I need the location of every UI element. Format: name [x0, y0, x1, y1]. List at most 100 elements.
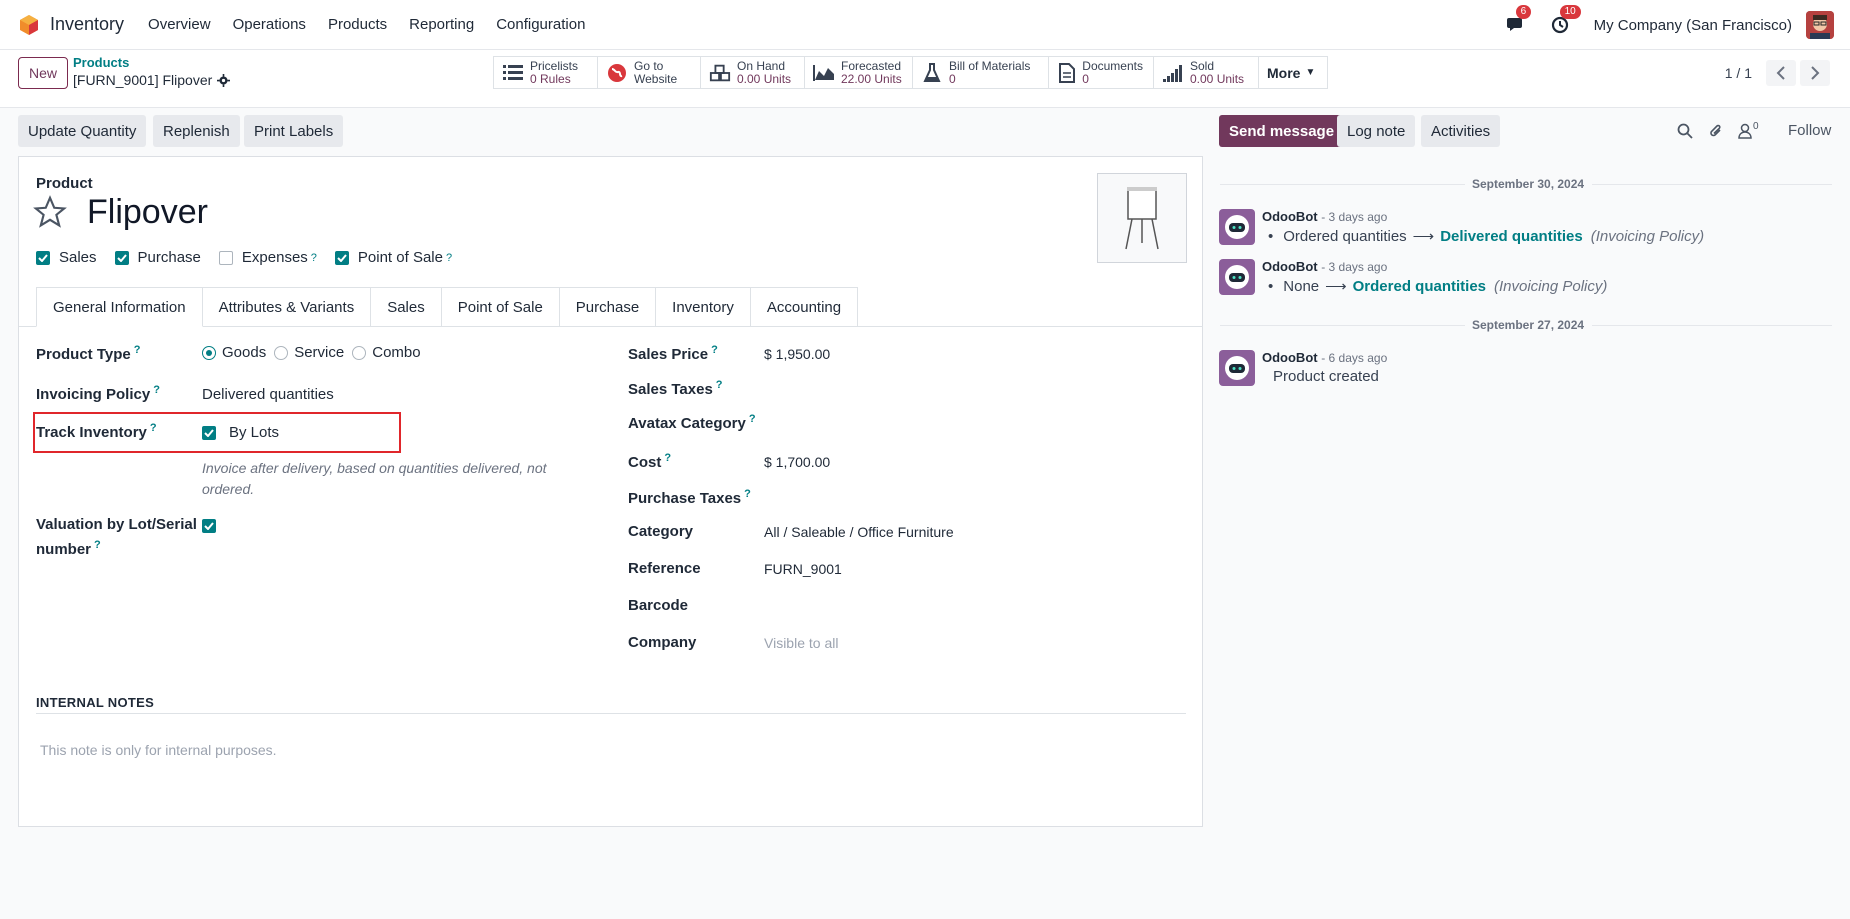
send-message-button[interactable]: Send message: [1219, 115, 1345, 147]
valuation-by-lot-checkbox[interactable]: [202, 519, 216, 533]
sales-taxes-field[interactable]: [764, 379, 1164, 399]
pager-next-button[interactable]: [1800, 60, 1830, 86]
inventory-app-icon[interactable]: [18, 14, 40, 36]
messaging-menu[interactable]: 6: [1506, 5, 1532, 36]
internal-notes-field[interactable]: This note is only for internal purposes.: [40, 742, 277, 758]
radio-goods[interactable]: Goods: [202, 344, 266, 361]
tab-general-information[interactable]: General Information: [36, 287, 203, 327]
message-author[interactable]: OdooBot - 3 days ago: [1262, 209, 1387, 224]
on-hand-smart-button[interactable]: On Hand 0.00 Units: [701, 57, 805, 88]
tab-purchase[interactable]: Purchase: [559, 287, 657, 327]
date-separator-line: [1592, 325, 1832, 326]
invoicing-policy-field[interactable]: Delivered quantities: [202, 386, 334, 403]
radio-combo[interactable]: Combo: [352, 344, 421, 361]
checkbox-checked-icon: [334, 250, 349, 265]
date-separator-line: [1220, 184, 1465, 185]
help-icon[interactable]: ?: [446, 252, 452, 264]
pricelists-smart-button[interactable]: Pricelists 0 Rules: [494, 57, 598, 88]
odoobot-avatar[interactable]: [1219, 209, 1255, 245]
flask-icon: [923, 62, 941, 82]
tab-attributes-variants[interactable]: Attributes & Variants: [202, 287, 372, 327]
purchase-taxes-field[interactable]: [764, 488, 1164, 508]
documents-label: Documents: [1082, 58, 1143, 73]
pricelists-label: Pricelists: [530, 58, 579, 73]
new-value: Ordered quantities: [1352, 277, 1486, 295]
company-switcher[interactable]: My Company (San Francisco): [1594, 17, 1792, 34]
update-quantity-button[interactable]: Update Quantity: [18, 115, 147, 147]
print-labels-button[interactable]: Print Labels: [244, 115, 344, 147]
help-icon[interactable]: ?: [311, 252, 317, 264]
favorite-star-icon[interactable]: [33, 195, 67, 229]
sales-price-field[interactable]: $ 1,950.00: [764, 346, 830, 362]
track-inventory-checkbox[interactable]: [202, 425, 216, 440]
on-hand-value: 0.00 Units: [737, 71, 792, 86]
arrow-right-icon: ⟶: [1325, 278, 1347, 295]
odoobot-avatar[interactable]: [1219, 350, 1255, 386]
menu-reporting[interactable]: Reporting: [409, 16, 474, 33]
company-label: Company: [628, 634, 697, 651]
replenish-button[interactable]: Replenish: [153, 115, 240, 147]
app-name[interactable]: Inventory: [50, 14, 124, 35]
breadcrumb-products[interactable]: Products: [73, 55, 129, 70]
can-be-expensed-checkbox[interactable]: Expenses?: [218, 249, 317, 266]
tab-inventory[interactable]: Inventory: [656, 287, 751, 327]
forecasted-label: Forecasted: [841, 58, 902, 73]
user-avatar[interactable]: [1806, 11, 1834, 39]
tab-sales[interactable]: Sales: [371, 287, 442, 327]
forecasted-smart-button[interactable]: Forecasted 22.00 Units: [805, 57, 913, 88]
odoobot-avatar[interactable]: [1219, 259, 1255, 295]
company-field[interactable]: Visible to all: [764, 635, 838, 651]
notes-divider: [36, 713, 1186, 714]
reference-field[interactable]: FURN_9001: [764, 561, 842, 577]
can-be-sold-checkbox[interactable]: Sales: [36, 249, 97, 266]
website-label: Website: [634, 71, 678, 86]
user-avatar-icon: [1806, 11, 1834, 39]
activities-button[interactable]: Activities: [1421, 115, 1501, 147]
purchase-taxes-label: Purchase Taxes?: [628, 488, 751, 507]
more-smart-button[interactable]: More ▼: [1259, 57, 1327, 88]
message-author[interactable]: OdooBot - 3 days ago: [1262, 259, 1387, 274]
pos-checkbox-label: Point of Sale: [357, 249, 443, 266]
product-name[interactable]: Flipover: [87, 193, 208, 232]
activities-menu[interactable]: 10: [1550, 5, 1581, 36]
available-in-pos-checkbox[interactable]: Point of Sale?: [334, 249, 452, 266]
track-inventory-field[interactable]: By Lots: [202, 424, 279, 441]
category-field[interactable]: All / Saleable / Office Furniture: [764, 524, 954, 540]
sold-smart-button[interactable]: Sold 0.00 Units: [1154, 57, 1259, 88]
cubes-icon: [709, 64, 731, 81]
menu-configuration[interactable]: Configuration: [496, 16, 585, 33]
category-label: Category: [628, 523, 694, 540]
documents-smart-button[interactable]: Documents 0: [1049, 57, 1154, 88]
date-separator-line: [1220, 325, 1465, 326]
robot-icon: [1225, 265, 1249, 289]
form-tabs: General Information Attributes & Variant…: [36, 287, 859, 327]
tab-accounting[interactable]: Accounting: [750, 287, 859, 327]
go-to-website-smart-button[interactable]: Go to Website: [598, 57, 701, 88]
menu-products[interactable]: Products: [328, 16, 387, 33]
cost-field[interactable]: $ 1,700.00: [764, 454, 830, 470]
product-form-sheet: Product Flipover Sales Purchase Expenses…: [18, 156, 1203, 827]
menu-operations[interactable]: Operations: [233, 16, 306, 33]
new-button[interactable]: New: [18, 57, 68, 89]
can-be-purchased-checkbox[interactable]: Purchase: [114, 249, 201, 266]
gear-icon[interactable]: [217, 73, 231, 87]
avatax-category-field[interactable]: [764, 413, 1164, 433]
menu-overview[interactable]: Overview: [148, 16, 211, 33]
follow-button[interactable]: Follow: [1788, 122, 1831, 139]
barcode-field[interactable]: [764, 597, 1164, 617]
messages-badge: 6: [1515, 5, 1532, 19]
caret-down-icon: ▼: [1305, 67, 1316, 78]
bill-of-materials-smart-button[interactable]: Bill of Materials 0: [913, 57, 1049, 88]
message-author[interactable]: OdooBot - 6 days ago: [1262, 350, 1387, 365]
tab-point-of-sale[interactable]: Point of Sale: [441, 287, 560, 327]
product-image[interactable]: [1097, 173, 1187, 263]
followers-button[interactable]: 0: [1738, 121, 1759, 139]
log-note-button[interactable]: Log note: [1337, 115, 1416, 147]
paperclip-icon[interactable]: [1708, 122, 1724, 140]
search-icon[interactable]: [1677, 123, 1693, 139]
pager-value[interactable]: 1 / 1: [1725, 65, 1752, 81]
pager-previous-button[interactable]: [1766, 60, 1796, 86]
tracking-type-select[interactable]: By Lots: [229, 424, 279, 441]
radio-service[interactable]: Service: [274, 344, 344, 361]
documents-value: 0: [1082, 71, 1089, 86]
